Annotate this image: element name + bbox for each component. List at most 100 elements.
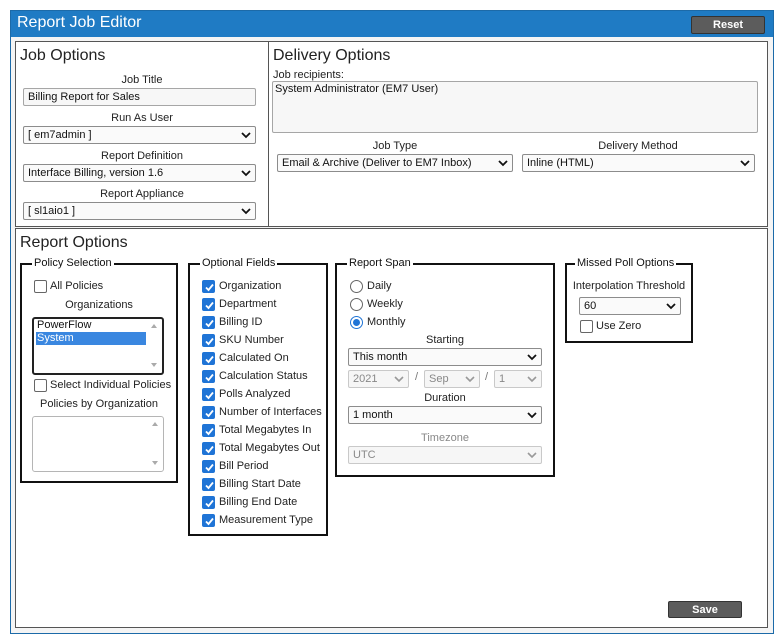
job-type-value: Email & Archive (Deliver to EM7 Inbox) [282,157,472,169]
optional-field-calculation-status-checkbox[interactable] [202,370,215,383]
check-icon [205,337,214,346]
optional-field-billing-id-label: Billing ID [219,316,263,328]
chevron-down-icon [527,354,537,361]
org-option-powerflow[interactable]: PowerFlow [36,319,146,332]
policies-scrollbar[interactable] [150,419,161,469]
check-icon [205,463,214,472]
optional-field-organization-checkbox[interactable] [202,280,215,293]
optional-field-billing-end-date-label: Billing End Date [219,496,298,508]
delivery-options-title: Delivery Options [273,47,391,64]
starting-select[interactable]: This month [348,348,542,366]
organizations-listbox[interactable]: PowerFlow System [32,317,164,375]
optional-fields-legend: Optional Fields [200,257,278,269]
organizations-label: Organizations [65,299,133,311]
report-appliance-select[interactable]: [ sl1aio1 ] [23,202,256,220]
optional-field-sku-number-checkbox[interactable] [202,334,215,347]
scroll-down-icon[interactable] [151,363,157,367]
job-recipients-field[interactable]: System Administrator (EM7 User) [272,81,758,133]
date-separator: / [415,371,419,383]
optional-field-billing-end-date-checkbox[interactable] [202,496,215,509]
report-span-group: Report Span Daily Weekly Monthly Startin… [335,257,555,477]
job-type-label: Job Type [372,140,418,152]
start-day-select[interactable]: 1 [494,370,542,388]
report-job-editor-window: Report Job Editor Reset Job Options Job … [10,10,774,634]
timezone-label: Timezone [421,432,469,444]
interpolation-threshold-value: 60 [584,300,597,312]
interpolation-threshold-select[interactable]: 60 [579,297,681,315]
policy-selection-legend: Policy Selection [32,257,114,269]
use-zero-label: Use Zero [596,320,642,332]
check-icon [205,283,214,292]
daily-radio[interactable] [350,280,363,293]
optional-field-polls-analyzed-label: Polls Analyzed [219,388,291,400]
optional-field-bill-period-label: Bill Period [219,460,269,472]
report-appliance-label: Report Appliance [100,188,184,200]
optional-field-calculated-on-checkbox[interactable] [202,352,215,365]
optional-field-number-of-interfaces-checkbox[interactable] [202,406,215,419]
check-icon [205,517,214,526]
job-title-label: Job Title [121,74,163,86]
start-month-select[interactable]: Sep [424,370,480,388]
optional-field-organization-label: Organization [219,280,282,292]
daily-label: Daily [367,280,392,292]
policies-listbox[interactable] [32,416,164,472]
all-policies-label: All Policies [50,280,104,292]
check-icon [205,301,214,310]
monthly-radio[interactable] [350,316,363,329]
check-icon [205,319,214,328]
missed-poll-legend: Missed Poll Options [575,257,677,269]
optional-field-billing-id-checkbox[interactable] [202,316,215,329]
select-individual-policies-checkbox[interactable] [34,379,47,392]
chevron-down-icon [241,170,251,177]
starting-label: Starting [426,334,464,346]
org-option-system[interactable]: System [36,332,146,345]
delivery-method-select[interactable]: Inline (HTML) [522,154,755,172]
delivery-method-label: Delivery Method [598,140,678,152]
chevron-down-icon [241,208,251,215]
organizations-scrollbar[interactable] [149,321,160,371]
scroll-down-icon[interactable] [152,461,158,465]
optional-field-billing-start-date-checkbox[interactable] [202,478,215,491]
scroll-up-icon[interactable] [152,422,158,426]
optional-field-billing-start-date-label: Billing Start Date [219,478,301,490]
job-title-input[interactable]: Billing Report for Sales [23,88,256,106]
chevron-down-icon [498,160,508,167]
policy-selection-group: Policy Selection All Policies Organizati… [20,257,178,483]
chevron-down-icon [241,132,251,139]
duration-value: 1 month [353,409,393,421]
optional-field-department-checkbox[interactable] [202,298,215,311]
optional-field-polls-analyzed-checkbox[interactable] [202,388,215,401]
run-as-user-value: [ em7admin ] [28,129,92,141]
optional-field-total-megabytes-out-label: Total Megabytes Out [219,442,320,454]
optional-field-bill-period-checkbox[interactable] [202,460,215,473]
job-title-value: Billing Report for Sales [28,91,140,103]
run-as-user-label: Run As User [111,112,173,124]
check-icon [205,481,214,490]
timezone-select[interactable]: UTC [348,446,542,464]
optional-field-measurement-type-checkbox[interactable] [202,514,215,527]
reset-button[interactable]: Reset [691,16,765,34]
check-icon [205,391,214,400]
weekly-radio[interactable] [350,298,363,311]
chevron-down-icon [527,452,537,459]
optional-fields-group: Optional Fields Organization Department Bi… [188,257,328,536]
report-definition-label: Report Definition [101,150,183,162]
title-bar: Report Job Editor Reset [11,11,773,37]
optional-field-total-megabytes-in-label: Total Megabytes In [219,424,312,436]
run-as-user-select[interactable]: [ em7admin ] [23,126,256,144]
duration-select[interactable]: 1 month [348,406,542,424]
optional-field-calculation-status-label: Calculation Status [219,370,308,382]
date-separator: / [485,371,489,383]
save-button[interactable]: Save [668,601,742,618]
scroll-up-icon[interactable] [151,324,157,328]
optional-field-total-megabytes-in-checkbox[interactable] [202,424,215,437]
job-recipients-label: Job recipients: [273,69,344,81]
job-type-select[interactable]: Email & Archive (Deliver to EM7 Inbox) [277,154,513,172]
report-definition-select[interactable]: Interface Billing, version 1.6 [23,164,256,182]
optional-field-total-megabytes-out-checkbox[interactable] [202,442,215,455]
all-policies-checkbox[interactable] [34,280,47,293]
job-recipients-value: System Administrator (EM7 User) [275,83,439,95]
use-zero-checkbox[interactable] [580,320,593,333]
start-year-select[interactable]: 2021 [348,370,409,388]
chevron-down-icon [527,376,537,383]
